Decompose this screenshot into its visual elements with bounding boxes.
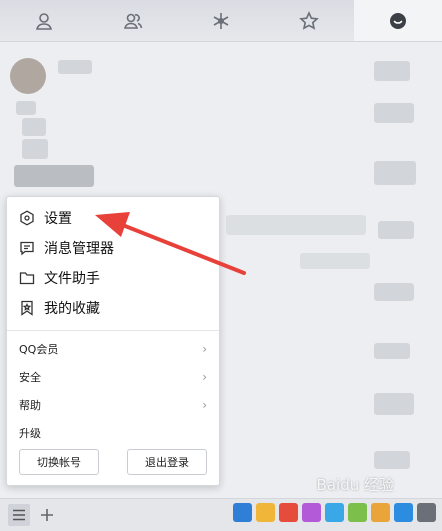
menu-item-label: 我的收藏 — [44, 301, 100, 317]
contact-icon — [36, 12, 53, 30]
menu-item-my-favorites[interactable]: 我的收藏 — [7, 293, 219, 323]
game-icon[interactable] — [348, 503, 367, 522]
blurred-text — [374, 393, 414, 415]
add-button[interactable] — [36, 504, 58, 526]
message-manager-icon — [19, 240, 35, 256]
star-icon — [299, 10, 320, 30]
video-icon[interactable] — [325, 503, 344, 522]
menu-item-message-manager[interactable]: 消息管理器 — [7, 233, 219, 263]
folder-icon — [19, 270, 35, 286]
submenu-qq-vip[interactable]: QQ会员 › — [7, 335, 219, 363]
message-icon — [389, 12, 406, 29]
menu-button-row: 切换帐号 退出登录 — [7, 449, 219, 475]
bookmark-icon — [19, 300, 35, 316]
avatar — [10, 58, 46, 94]
watermark: Baidu 经验 — [316, 476, 394, 494]
tencent-map-icon[interactable] — [371, 503, 390, 522]
menu-item-file-assistant[interactable]: 文件助手 — [7, 263, 219, 293]
tab-messages[interactable] — [353, 0, 442, 41]
grid-apps-icon[interactable] — [417, 503, 436, 522]
menu-item-label: 设置 — [44, 211, 72, 227]
menu-item-upgrade[interactable]: 升级 — [7, 419, 219, 447]
blurred-text — [378, 221, 414, 239]
app-icon-strip — [233, 503, 436, 522]
tab-favorites[interactable] — [265, 0, 353, 41]
submenu-label: 安全 — [19, 371, 41, 384]
submenu-label: 帮助 — [19, 399, 41, 412]
submenu-security[interactable]: 安全 › — [7, 363, 219, 391]
blurred-text — [58, 60, 92, 74]
group-icon — [123, 13, 142, 29]
blurred-text — [374, 451, 410, 469]
blurred-text — [22, 118, 46, 136]
blurred-text — [374, 103, 414, 123]
blurred-text — [374, 161, 416, 185]
blurred-text — [300, 253, 370, 269]
qq-music-icon[interactable] — [279, 503, 298, 522]
submenu-label: 升级 — [19, 427, 41, 440]
menu-item-label: 消息管理器 — [44, 241, 114, 257]
submenu-label: QQ会员 — [19, 343, 59, 356]
hamburger-menu-icon — [13, 509, 25, 521]
top-tab-bar — [0, 0, 442, 42]
blurred-text — [16, 101, 36, 115]
tab-groups[interactable] — [88, 0, 176, 41]
menu-divider — [7, 330, 219, 331]
tab-apps[interactable] — [177, 0, 265, 41]
blurred-text — [22, 139, 48, 159]
switch-account-button[interactable]: 切换帐号 — [19, 449, 99, 475]
chevron-right-icon: › — [202, 342, 207, 356]
tab-contacts[interactable] — [0, 0, 88, 41]
qq-browser-icon[interactable] — [233, 503, 252, 522]
security-shield-icon[interactable] — [394, 503, 413, 522]
menu-item-label: 文件助手 — [44, 271, 100, 287]
main-menu-button[interactable] — [8, 504, 30, 526]
qq-pet-icon[interactable] — [256, 503, 275, 522]
flower-icon[interactable] — [302, 503, 321, 522]
blurred-text — [14, 165, 94, 187]
chevron-right-icon: › — [202, 398, 207, 412]
blurred-text — [374, 343, 410, 359]
submenu-help[interactable]: 帮助 › — [7, 391, 219, 419]
main-menu-popup: 设置 消息管理器 文件助手 我的收藏 QQ会员 › 安全 › 帮助 › 升级 切… — [6, 196, 220, 486]
apps-icon — [213, 12, 229, 29]
blurred-text — [374, 61, 410, 81]
bottom-toolbar — [0, 498, 442, 531]
blurred-text — [226, 215, 366, 235]
logout-button[interactable]: 退出登录 — [127, 449, 207, 475]
menu-item-settings[interactable]: 设置 — [7, 203, 219, 233]
blurred-text — [374, 283, 414, 301]
plus-icon — [41, 509, 53, 521]
chevron-right-icon: › — [202, 370, 207, 384]
settings-hexagon-icon — [19, 210, 35, 226]
